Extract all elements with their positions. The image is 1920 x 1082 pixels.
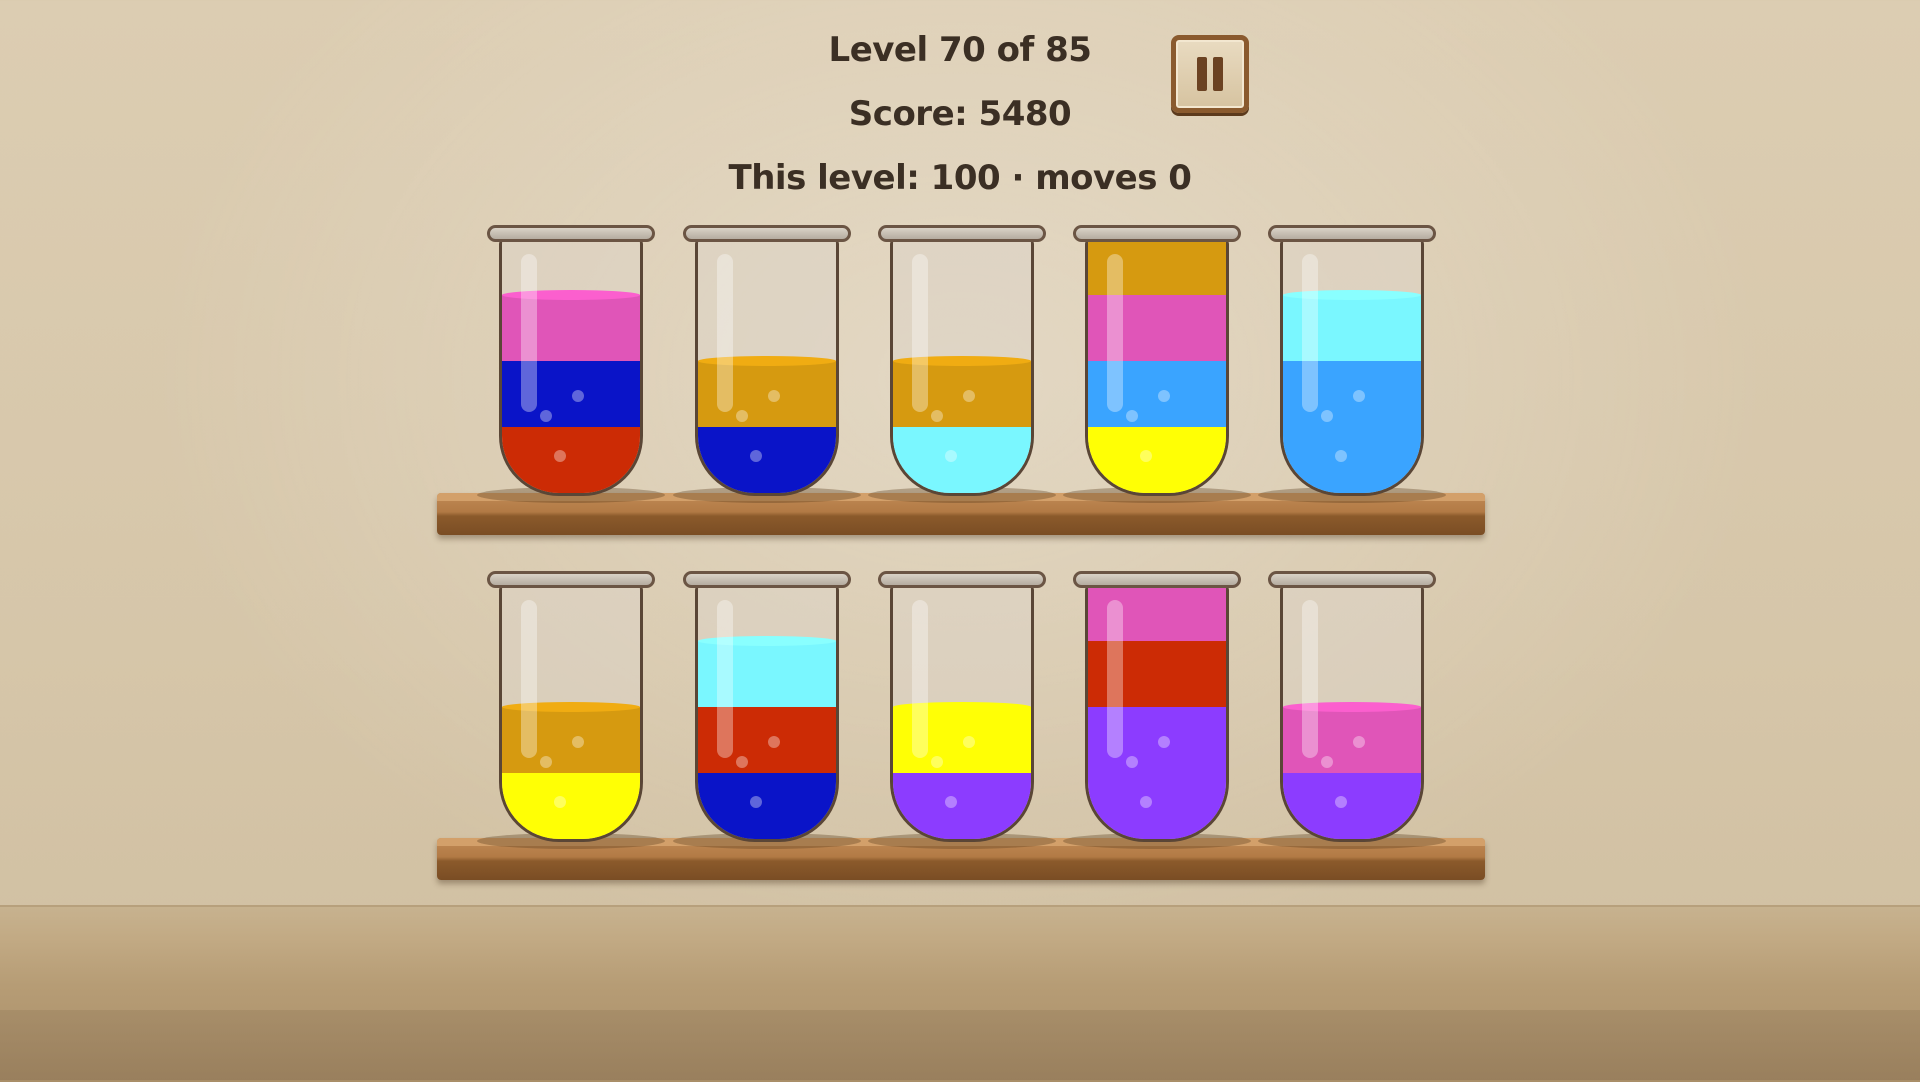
glass-highlight <box>521 600 537 758</box>
bubble <box>1321 756 1333 768</box>
bubble <box>963 736 975 748</box>
tube[interactable] <box>673 225 861 503</box>
bubble <box>540 410 552 422</box>
bubble <box>1126 756 1138 768</box>
bubble <box>750 450 762 462</box>
tube-glass <box>1280 586 1424 842</box>
bubble <box>736 410 748 422</box>
bubble <box>945 796 957 808</box>
tube-glass <box>499 240 643 496</box>
bubble <box>1335 796 1347 808</box>
bubble <box>750 796 762 808</box>
bubble <box>736 756 748 768</box>
bubble <box>1335 450 1347 462</box>
tube-rim <box>878 225 1046 242</box>
glass-highlight <box>1107 254 1123 412</box>
liquid-layer-blue <box>698 427 836 493</box>
tube-glass <box>1085 586 1229 842</box>
bubble <box>554 450 566 462</box>
tube-glass <box>890 586 1034 842</box>
tube-rim <box>487 571 655 588</box>
pause-button[interactable] <box>1171 35 1249 113</box>
level-indicator: Level 70 of 85 <box>828 30 1092 70</box>
tube[interactable] <box>477 225 665 503</box>
glass-highlight <box>912 254 928 412</box>
tube[interactable] <box>673 571 861 849</box>
glass-highlight <box>1302 600 1318 758</box>
tube-rim <box>1268 225 1436 242</box>
glass-highlight <box>912 600 928 758</box>
tube[interactable] <box>1258 225 1446 503</box>
tube-rim <box>683 225 851 242</box>
glass-highlight <box>1302 254 1318 412</box>
tube[interactable] <box>1258 571 1446 849</box>
bubble <box>963 390 975 402</box>
bubble <box>1353 736 1365 748</box>
liquid-layer-purple <box>893 773 1031 839</box>
tube-glass <box>890 240 1034 496</box>
bubble <box>1321 410 1333 422</box>
liquid-layer-purple <box>1088 773 1226 839</box>
bubble <box>945 450 957 462</box>
tube[interactable] <box>868 571 1056 849</box>
tube-rim <box>878 571 1046 588</box>
tube-rim <box>1268 571 1436 588</box>
tube-glass <box>1280 240 1424 496</box>
tube-rim <box>487 225 655 242</box>
tube-rim <box>683 571 851 588</box>
tube-rim <box>1073 225 1241 242</box>
tube[interactable] <box>1063 225 1251 503</box>
bubble <box>768 390 780 402</box>
level-score-and-moves: This level: 100 · moves 0 <box>728 158 1192 198</box>
bubble <box>931 756 943 768</box>
bubble <box>1353 390 1365 402</box>
bubble <box>931 410 943 422</box>
glass-highlight <box>717 600 733 758</box>
bubble <box>572 390 584 402</box>
glass-highlight <box>717 254 733 412</box>
bubble <box>768 736 780 748</box>
bubble <box>1140 796 1152 808</box>
bubble <box>1158 736 1170 748</box>
score-display: Score: 5480 <box>848 94 1072 134</box>
liquid-layer-yellow <box>502 773 640 839</box>
tube-glass <box>695 586 839 842</box>
liquid-layer-red <box>502 427 640 493</box>
tube[interactable] <box>1063 571 1251 849</box>
table-edge <box>0 1010 1920 1080</box>
tube-glass <box>499 586 643 842</box>
liquid-layer-purple <box>1283 773 1421 839</box>
bubble <box>1140 450 1152 462</box>
bubble <box>1126 410 1138 422</box>
liquid-layer-sky <box>1283 427 1421 493</box>
tube-glass <box>695 240 839 496</box>
bubble <box>1158 390 1170 402</box>
bubble <box>540 756 552 768</box>
liquid-layer-cyan <box>893 427 1031 493</box>
tube-glass <box>1085 240 1229 496</box>
glass-highlight <box>521 254 537 412</box>
bubble <box>572 736 584 748</box>
bubble <box>554 796 566 808</box>
liquid-layer-blue <box>698 773 836 839</box>
liquid-layer-yellow <box>1088 427 1226 493</box>
tube-rim <box>1073 571 1241 588</box>
tube[interactable] <box>477 571 665 849</box>
glass-highlight <box>1107 600 1123 758</box>
tube[interactable] <box>868 225 1056 503</box>
